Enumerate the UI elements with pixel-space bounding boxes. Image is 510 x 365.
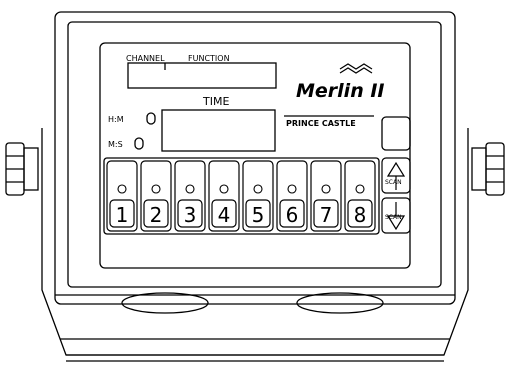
channel-key-label-5: 5 (252, 203, 265, 227)
channel-key-label-8: 8 (354, 203, 367, 227)
channel-key-label-2: 2 (150, 203, 163, 227)
channel-key-8[interactable]: 8 (344, 160, 376, 232)
channel-key-label-6: 6 (286, 203, 299, 227)
channel-function-display (127, 62, 277, 89)
channel-keys: 12345678 (106, 160, 376, 232)
hm-led (146, 112, 156, 125)
function-label: FUNCTION (188, 54, 230, 63)
hm-label: H:M (108, 115, 124, 124)
channel-key-7[interactable]: 7 (310, 160, 342, 232)
brand-name: Merlin II (296, 80, 384, 102)
channel-led-6 (287, 184, 297, 194)
channel-key-6[interactable]: 6 (276, 160, 308, 232)
channel-key-label-3: 3 (184, 203, 197, 227)
channel-key-2[interactable]: 2 (140, 160, 172, 232)
channel-key-label-4: 4 (218, 203, 231, 227)
brand-logo (339, 63, 373, 74)
channel-key-3[interactable]: 3 (174, 160, 206, 232)
channel-led-1 (117, 184, 127, 194)
channel-led-3 (185, 184, 195, 194)
merlin-timer-diagram: Merlin II CHANNEL FUNCTION TIME H:M M:S … (5, 11, 505, 362)
maker-label: PRINCE CASTLE (286, 119, 356, 128)
right-foot (296, 292, 384, 314)
ms-label: M:S (108, 140, 123, 149)
scan-up-label: SCAN (385, 179, 402, 186)
channel-key-1[interactable]: 1 (106, 160, 138, 232)
left-knob[interactable] (5, 142, 39, 196)
time-label: TIME (202, 95, 229, 108)
channel-label: CHANNEL (126, 54, 165, 63)
time-display (161, 109, 276, 152)
channel-led-7 (321, 184, 331, 194)
channel-led-2 (151, 184, 161, 194)
right-knob[interactable] (471, 142, 505, 196)
housing-inner (67, 21, 442, 288)
channel-key-label-1: 1 (116, 203, 129, 227)
left-foot (121, 292, 209, 314)
channel-key-label-7: 7 (320, 203, 333, 227)
channel-led-5 (253, 184, 263, 194)
channel-led-4 (219, 184, 229, 194)
program-button[interactable] (381, 116, 411, 151)
scan-up-button[interactable] (381, 157, 411, 194)
channel-led-8 (355, 184, 365, 194)
channel-key-4[interactable]: 4 (208, 160, 240, 232)
scan-down-label: SCAN (385, 214, 402, 221)
stand-outline (41, 128, 469, 356)
ms-led (134, 137, 144, 150)
channel-key-5[interactable]: 5 (242, 160, 274, 232)
